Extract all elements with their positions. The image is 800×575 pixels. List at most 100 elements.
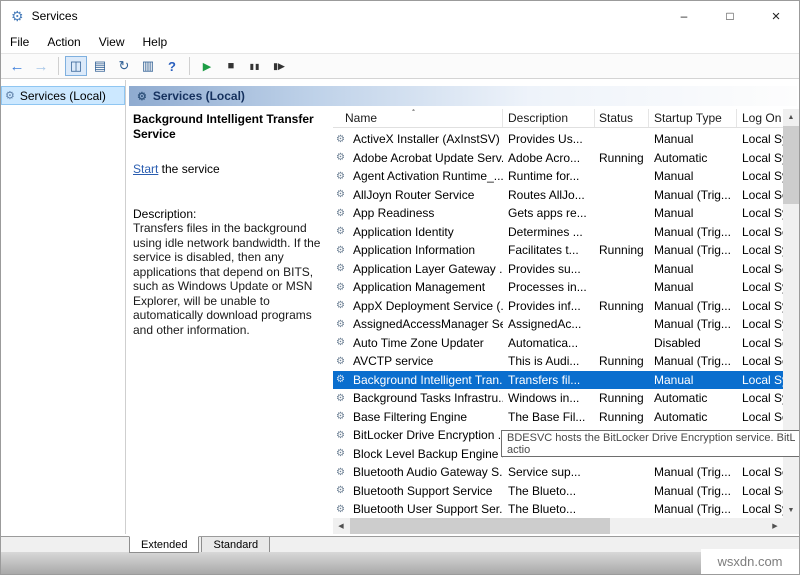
service-name-cell: ⚙Adobe Acrobat Update Serv... [333, 151, 503, 165]
refresh-icon[interactable]: ↻ [113, 56, 135, 76]
menu-view[interactable]: View [90, 35, 134, 49]
service-name-cell: ⚙AssignedAccessManager Se... [333, 317, 503, 331]
service-name: Background Intelligent Tran... [353, 373, 503, 387]
service-startup-type: Manual [649, 206, 737, 220]
table-row[interactable]: ⚙AVCTP serviceThis is Audi...RunningManu… [333, 352, 783, 371]
table-row[interactable]: ⚙ActiveX Installer (AxInstSV)Provides Us… [333, 130, 783, 149]
watermark: wsxdn.com [701, 549, 799, 574]
minimize-button[interactable]: – [661, 1, 707, 31]
menu-action[interactable]: Action [38, 35, 89, 49]
window-controls: – □ × [661, 1, 799, 31]
start-service-link[interactable]: Start [133, 162, 158, 176]
scroll-down-icon[interactable]: ▼ [783, 502, 799, 518]
close-button[interactable]: × [753, 1, 799, 31]
title-bar: ⚙ Services – □ × [1, 1, 799, 31]
service-name: Bluetooth User Support Ser... [353, 502, 503, 516]
tab-extended[interactable]: Extended [129, 536, 199, 553]
service-description: AssignedAc... [503, 317, 595, 331]
service-log-on: Local Sy... [737, 280, 783, 294]
table-row[interactable]: ⚙Application ManagementProcesses in...Ma… [333, 278, 783, 297]
table-row[interactable]: ⚙Application IdentityDetermines ...Manua… [333, 223, 783, 242]
table-row[interactable]: ⚙App ReadinessGets apps re...ManualLocal… [333, 204, 783, 223]
forward-icon[interactable]: → [30, 56, 52, 76]
service-description: Provides Us... [503, 132, 595, 146]
service-gear-icon: ⚙ [336, 263, 349, 274]
scroll-left-icon[interactable]: ◀ [333, 518, 349, 534]
tree-item-services-local[interactable]: ⚙ Services (Local) [1, 86, 125, 105]
vertical-scrollbar-thumb[interactable] [783, 126, 799, 204]
service-startup-type: Manual (Trig... [649, 354, 737, 368]
service-description: The Blueto... [503, 502, 595, 516]
service-status: Running [595, 354, 649, 368]
horizontal-scrollbar-thumb[interactable] [350, 518, 610, 534]
start-service-icon[interactable]: ▶ [196, 56, 218, 76]
service-name-cell: ⚙Application Information [333, 243, 503, 257]
service-name: AllJoyn Router Service [353, 188, 474, 202]
table-row[interactable]: ⚙Base Filtering EngineThe Base Fil...Run… [333, 408, 783, 427]
column-header-log-on[interactable]: Log On [737, 109, 783, 127]
service-gear-icon: ⚙ [336, 208, 349, 219]
table-row[interactable]: ⚙Application InformationFacilitates t...… [333, 241, 783, 260]
service-gear-icon: ⚙ [336, 411, 349, 422]
service-gear-icon: ⚙ [336, 393, 349, 404]
tooltip-line-1: BDESVC hosts the BitLocker Drive Encrypt… [507, 432, 795, 444]
table-row[interactable]: ⚙ Background Intelligent Tran...Transfers… [333, 371, 783, 390]
menu-help[interactable]: Help [134, 35, 177, 49]
horizontal-scrollbar[interactable]: ◀ ▶ [333, 518, 783, 534]
column-header-startup-type[interactable]: Startup Type [649, 109, 737, 127]
back-icon[interactable]: ← [6, 56, 28, 76]
show-console-tree-icon[interactable]: ◫ [65, 56, 87, 76]
service-status: Running [595, 410, 649, 424]
service-log-on: Local Se... [737, 188, 783, 202]
export-list-icon[interactable]: ▥ [137, 56, 159, 76]
table-row[interactable]: ⚙Bluetooth Support ServiceThe Blueto...M… [333, 482, 783, 501]
watermark-text: wsxdn.com [717, 554, 782, 569]
service-description: The Blueto... [503, 484, 595, 498]
table-row[interactable]: ⚙Background Tasks Infrastru...Windows in… [333, 389, 783, 408]
service-status: Running [595, 243, 649, 257]
help-icon[interactable]: ? [161, 56, 183, 76]
service-gear-icon: ⚙ [336, 467, 349, 478]
table-row[interactable]: ⚙Agent Activation Runtime_...Runtime for… [333, 167, 783, 186]
scroll-right-icon[interactable]: ▶ [767, 518, 783, 534]
service-gear-icon: ⚙ [336, 319, 349, 330]
service-gear-icon: ⚙ [336, 374, 349, 385]
table-row[interactable]: ⚙Application Layer Gateway ...Provides s… [333, 260, 783, 279]
tree-item-label: Services (Local) [20, 89, 106, 103]
properties-icon[interactable]: ▤ [89, 56, 111, 76]
pause-service-icon[interactable]: ▮▮ [244, 56, 266, 76]
tooltip: BDESVC hosts the BitLocker Drive Encrypt… [501, 430, 800, 457]
table-row[interactable]: ⚙Auto Time Zone UpdaterAutomatica...Disa… [333, 334, 783, 353]
service-name-cell: ⚙Base Filtering Engine [333, 410, 503, 424]
menu-bar: File Action View Help [1, 31, 799, 53]
table-row[interactable]: ⚙Bluetooth User Support Ser...The Blueto… [333, 500, 783, 519]
restart-service-icon[interactable]: ▮▶ [268, 56, 290, 76]
service-description: Transfers fil... [503, 373, 595, 387]
service-name-cell: ⚙ Background Intelligent Tran... [333, 373, 503, 387]
table-row[interactable]: ⚙AssignedAccessManager Se...AssignedAc..… [333, 315, 783, 334]
column-header-description[interactable]: Description [503, 109, 595, 127]
service-log-on: Local Se... [737, 410, 783, 424]
menu-file[interactable]: File [1, 35, 38, 49]
service-name-cell: ⚙Background Tasks Infrastru... [333, 391, 503, 405]
service-log-on: Local Se... [737, 465, 783, 479]
maximize-button[interactable]: □ [707, 1, 753, 31]
service-log-on: Local Se... [737, 354, 783, 368]
table-row[interactable]: ⚙AllJoyn Router ServiceRoutes AllJo...Ma… [333, 186, 783, 205]
service-name-cell: ⚙Application Management [333, 280, 503, 294]
tooltip-line-2: actio [507, 444, 795, 456]
column-header-status[interactable]: Status [595, 109, 649, 127]
description-label: Description: [133, 207, 196, 221]
table-row[interactable]: ⚙AppX Deployment Service (...Provides in… [333, 297, 783, 316]
table-row[interactable]: ⚙Adobe Acrobat Update Serv...Adobe Acro.… [333, 149, 783, 168]
tab-standard[interactable]: Standard [201, 537, 270, 553]
service-gear-icon: ⚙ [336, 152, 349, 163]
service-name: ActiveX Installer (AxInstSV) [353, 132, 500, 146]
scroll-up-icon[interactable]: ▲ [783, 109, 799, 125]
service-description: Runtime for... [503, 169, 595, 183]
column-header-name[interactable]: ▲ Name [333, 109, 503, 127]
stop-service-icon[interactable]: ■ [220, 56, 242, 76]
extended-info-panel: Background Intelligent Transfer Service … [133, 112, 331, 514]
table-row[interactable]: ⚙Bluetooth Audio Gateway S...Service sup… [333, 463, 783, 482]
service-description: Adobe Acro... [503, 151, 595, 165]
